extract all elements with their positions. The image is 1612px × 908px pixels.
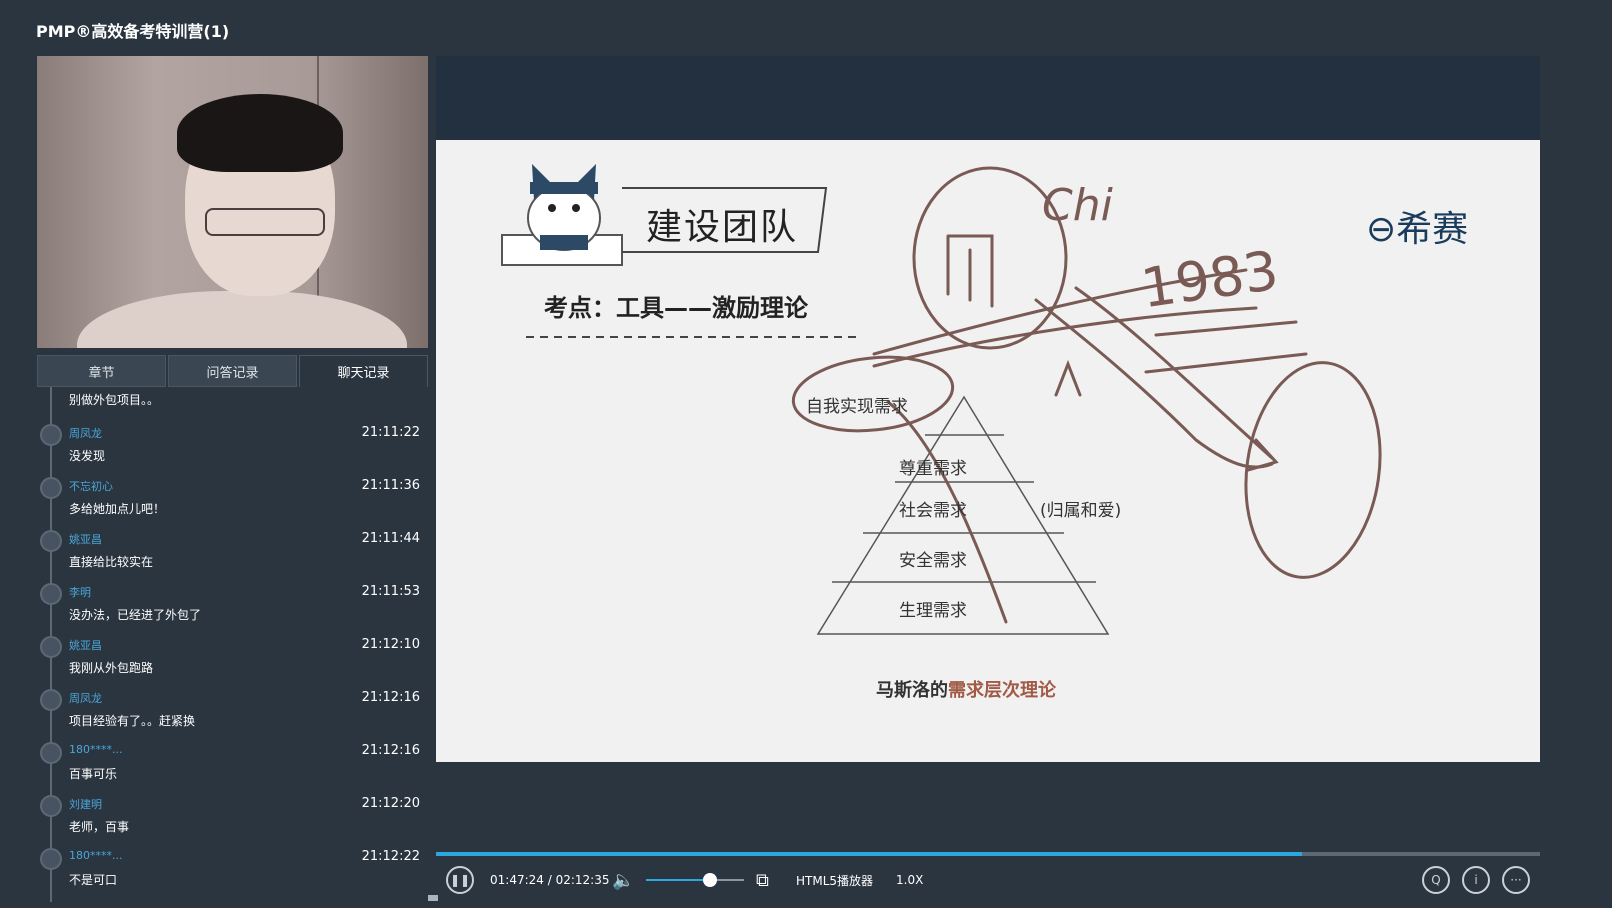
chat-message-text: 项目经验有了。。赶紧换 [69,714,196,728]
pyramid-social-note: (归属和爱) [1040,501,1122,521]
pause-button[interactable]: ❚❚ [446,858,474,902]
teacher-hair [177,94,343,172]
pyramid-level-self-actualization: 自我实现需求 [806,397,908,417]
chat-timestamp: 21:12:22 [361,849,420,864]
chat-user-name[interactable]: 姚亚昌 [69,531,102,547]
pause-icon: ❚❚ [446,866,474,894]
chat-timestamp: 21:11:22 [361,425,420,440]
tab-chapters[interactable]: 章节 [37,355,166,387]
chat-user-name[interactable]: 姚亚昌 [69,637,102,653]
tab-chat-records[interactable]: 聊天记录 [299,355,428,387]
tab-qa-records[interactable]: 问答记录 [168,355,297,387]
chat-timestamp: 21:12:16 [361,690,420,705]
chat-message-text: 我刚从外包跑路 [69,661,154,675]
user-avatar-icon [40,848,62,870]
slide-caption: 马斯洛的需求层次理论 [876,676,1056,702]
user-avatar-icon [40,636,62,658]
info-icon: i [1462,866,1490,894]
chat-timestamp: 21:12:16 [361,743,420,758]
brand-name: 希赛 [1396,209,1469,250]
chat-timestamp: 21:12:10 [361,637,420,652]
qa-button[interactable]: Q [1422,858,1450,902]
chat-message-text: 多给她加点儿吧！ [69,502,166,516]
qa-icon: Q [1422,866,1450,894]
volume-icon: 🔈 [612,869,635,891]
volume-level [646,879,710,881]
slide-title: 建设团队 [646,207,799,248]
cat-mascot-icon [501,164,623,266]
chat-message: 李明 21:11:53 没办法，已经进了外包了 [37,576,420,629]
playback-speed[interactable]: 1.0X [896,858,923,902]
pyramid-level-esteem: 尊重需求 [899,459,967,479]
teacher-glasses [205,208,325,236]
chat-message: 姚亚昌 21:11:44 直接给比较实在 [37,523,420,576]
user-avatar-icon [40,477,62,499]
chat-message-text: 直接给比较实在 [69,555,154,569]
chat-user-name[interactable]: 180****... [69,743,123,756]
user-avatar-icon [40,742,62,764]
chat-timestamp: 21:12:20 [361,796,420,811]
chat-message: 180****... 21:12:22 不是可口 [37,841,420,894]
chat-message: 周凤龙 21:12:16 项目经验有了。。赶紧换 [37,682,420,735]
chat-timestamp: 21:11:36 [361,478,420,493]
chat-message: 不忘初心 21:11:36 多给她加点儿吧！ [37,470,420,523]
chat-message-text: 别做外包项目。。 [69,393,160,407]
more-icon: ··· [1502,866,1530,894]
video-progress-fill [436,852,1302,856]
handwritten-word: Chi [1042,180,1113,231]
user-avatar-icon [40,424,62,446]
playback-time: 01:47:24 / 02:12:35 [490,873,610,887]
player-mode[interactable]: HTML5播放器 [796,858,873,902]
volume-button[interactable]: 🔈 [612,858,634,902]
app-title: PMP®高效备考特训营(1) [36,22,230,41]
chat-user-name[interactable]: 刘建明 [69,796,102,812]
more-button[interactable]: ··· [1502,858,1530,902]
picture-in-picture-icon: ⧉ [756,869,769,891]
lecture-slide: 建设团队 考点：工具——激励理论 ⊖希赛 Chi 1983 自我实现需求 尊重需… [436,140,1540,762]
pyramid-level-social: 社会需求 [899,501,967,521]
brand-mark-icon: ⊖ [1366,209,1397,250]
user-avatar-icon [40,689,62,711]
chat-message-text: 百事可乐 [69,767,118,781]
caption-prefix: 马斯洛的 [876,680,948,701]
picture-in-picture-button[interactable]: ⧉ [756,858,769,902]
chat-timestamp: 21:11:53 [361,584,420,599]
video-progress-bar[interactable] [436,852,1540,856]
teacher-body [77,291,407,348]
slide-subtitle: 考点：工具——激励理论 [544,294,808,322]
chat-list[interactable]: 别做外包项目。。 周凤龙 21:11:22 没发现 不忘初心 21:11:36 … [37,387,428,902]
user-avatar-icon [40,530,62,552]
user-avatar-icon [40,583,62,605]
chat-user-name[interactable]: 不忘初心 [69,478,113,494]
brand-logo: ⊖希赛 [1366,200,1468,252]
chat-user-name[interactable]: 周凤龙 [69,425,102,441]
chat-timestamp: 21:11:44 [361,531,420,546]
chat-user-name[interactable]: 180****... [69,849,123,862]
chat-message-text: 不是可口 [69,873,118,887]
chat-message: 周凤龙 21:11:22 没发现 [37,417,420,470]
pyramid-level-physiological: 生理需求 [899,601,967,621]
info-button[interactable]: i [1462,858,1490,902]
chat-message: 180****... 21:12:16 百事可乐 [37,735,420,788]
chat-message: 刘建明 21:12:20 老师，百事 [37,788,420,841]
chat-user-name[interactable]: 周凤龙 [69,690,102,706]
pyramid-level-safety: 安全需求 [899,551,967,571]
chat-message-text: 老师，百事 [69,820,130,834]
caption-highlight: 需求层次理论 [948,680,1056,701]
chat-message-text: 没发现 [69,449,106,463]
user-avatar-icon [40,795,62,817]
volume-knob[interactable] [702,873,717,887]
sidebar-tabs: 章节 问答记录 聊天记录 [37,355,428,387]
player-controls: ❚❚ 01:47:24 / 02:12:35 🔈 ⧉ HTML5播放器 1.0X… [436,858,1540,902]
chat-message-text: 没办法，已经进了外包了 [69,608,202,622]
teacher-webcam [37,56,428,348]
chat-message: 姚亚昌 21:12:10 我刚从外包跑路 [37,629,420,682]
chat-user-name[interactable]: 李明 [69,584,91,600]
